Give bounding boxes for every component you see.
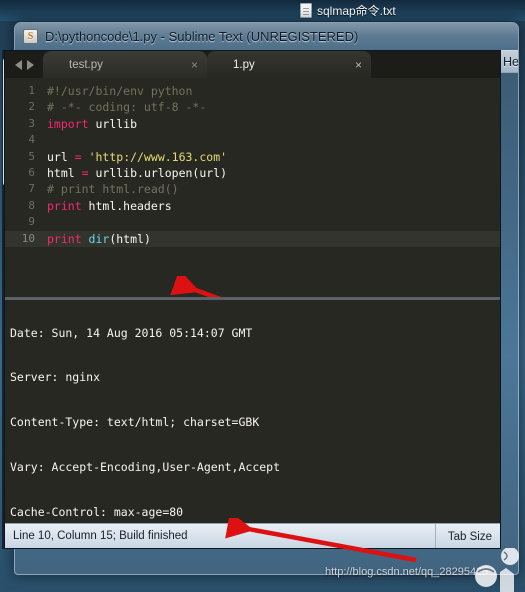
code-token: # -*- coding: utf-8 -*- <box>47 100 207 115</box>
tab-label: 1.py <box>233 58 255 71</box>
code-token: #!/usr/bin/env python <box>47 84 193 98</box>
console-line: Cache-Control: max-age=80 <box>10 505 184 519</box>
taskbar-item-label: sqlmap命令.txt <box>317 4 396 18</box>
line-number: 9 <box>28 215 35 229</box>
code-editor[interactable]: 1 2 3 4 5 6 7 8 9 10 #!/usr/bin/env python # -*- c… <box>5 78 500 297</box>
sublime-text-icon <box>23 29 38 44</box>
console-line: Date: Sun, 14 Aug 2016 05:14:07 GMT <box>10 328 253 340</box>
tab-1-py[interactable]: 1.py × <box>207 51 371 78</box>
console-line: Vary: Accept-Encoding,User-Agent,Accept <box>10 460 281 474</box>
code-token: html <box>47 165 82 180</box>
tab-strip: test.py × 1.py × <box>5 51 500 78</box>
csdn-watermark-logo <box>475 548 519 592</box>
text-document-icon <box>300 3 312 18</box>
code-line[interactable] <box>43 132 500 148</box>
code-line[interactable]: html = urllib.urlopen(url) <box>43 165 500 181</box>
code-text[interactable]: #!/usr/bin/env python # -*- coding: utf-8… <box>43 78 500 297</box>
code-line[interactable] <box>43 214 500 230</box>
code-line[interactable]: # print html.read() <box>43 181 500 197</box>
code-line[interactable]: # -*- coding: utf-8 -*- <box>43 99 500 115</box>
console-line: Server: nginx <box>10 370 101 384</box>
status-tab-size[interactable]: Tab Size <box>434 524 492 548</box>
window-title: D:\pythoncode\1.py - Sublime Text (UNREG… <box>45 29 359 44</box>
code-token: 'http://www.163.com' <box>88 149 228 164</box>
line-number: 7 <box>28 182 35 196</box>
code-token: = <box>74 149 82 164</box>
chevron-right-icon[interactable] <box>26 59 34 70</box>
console-line: Content-Type: text/html; charset=GBK <box>10 415 260 429</box>
line-number: 3 <box>28 116 35 130</box>
line-number: 8 <box>28 198 35 212</box>
code-token: print <box>47 198 82 213</box>
code-token: (html) <box>109 231 151 246</box>
tab-close-icon[interactable]: × <box>191 59 198 71</box>
line-number: 5 <box>28 149 35 163</box>
status-bar: Line 10, Column 15; Build finished Tab S… <box>5 523 500 548</box>
line-number: 2 <box>28 100 35 114</box>
desktop-taskbar: sqlmap命令.txt <box>0 0 525 21</box>
window-titlebar[interactable]: D:\pythoncode\1.py - Sublime Text (UNREG… <box>15 23 518 50</box>
status-left-text: Line 10, Column 15; Build finished <box>13 530 188 542</box>
code-token: print <box>47 231 89 246</box>
tab-label: test.py <box>69 58 103 71</box>
code-line[interactable]: print html.headers <box>43 198 500 214</box>
chevron-left-icon[interactable] <box>14 59 22 70</box>
line-number-gutter: 1 2 3 4 5 6 7 8 9 10 <box>5 78 43 297</box>
code-token: html.headers <box>81 198 172 213</box>
code-token: # print html.read() <box>47 182 179 197</box>
code-token: import <box>47 116 89 131</box>
code-token: dir <box>88 231 110 246</box>
taskbar-item-sqlmap[interactable]: sqlmap命令.txt <box>300 2 396 19</box>
tab-test-py[interactable]: test.py × <box>43 51 207 78</box>
line-number: 6 <box>28 165 35 179</box>
code-line[interactable]: #!/usr/bin/env python <box>43 83 500 99</box>
code-line[interactable]: import urllib <box>43 116 500 132</box>
line-number: 1 <box>28 84 35 97</box>
build-output-panel[interactable]: Date: Sun, 14 Aug 2016 05:14:07 GMT Serv… <box>5 300 500 523</box>
code-line[interactable]: print dir(html) <box>43 230 500 247</box>
tab-close-icon[interactable]: × <box>355 59 362 71</box>
watermark-url: http://blog.csdn.net/qq_28295425 <box>325 566 489 578</box>
code-token: url <box>47 149 75 164</box>
line-number: 10 <box>5 230 43 247</box>
line-number: 4 <box>28 133 35 147</box>
tab-navigation[interactable] <box>5 51 43 78</box>
code-token: = <box>81 165 89 180</box>
code-token: urllib.urlopen(url) <box>88 165 228 180</box>
code-token: urllib <box>88 116 138 131</box>
code-line[interactable]: url = 'http://www.163.com' <box>43 149 500 165</box>
sublime-client-area: test.py × 1.py × 1 2 3 4 5 6 7 8 9 10 #!/usr/bin/… <box>4 50 501 549</box>
